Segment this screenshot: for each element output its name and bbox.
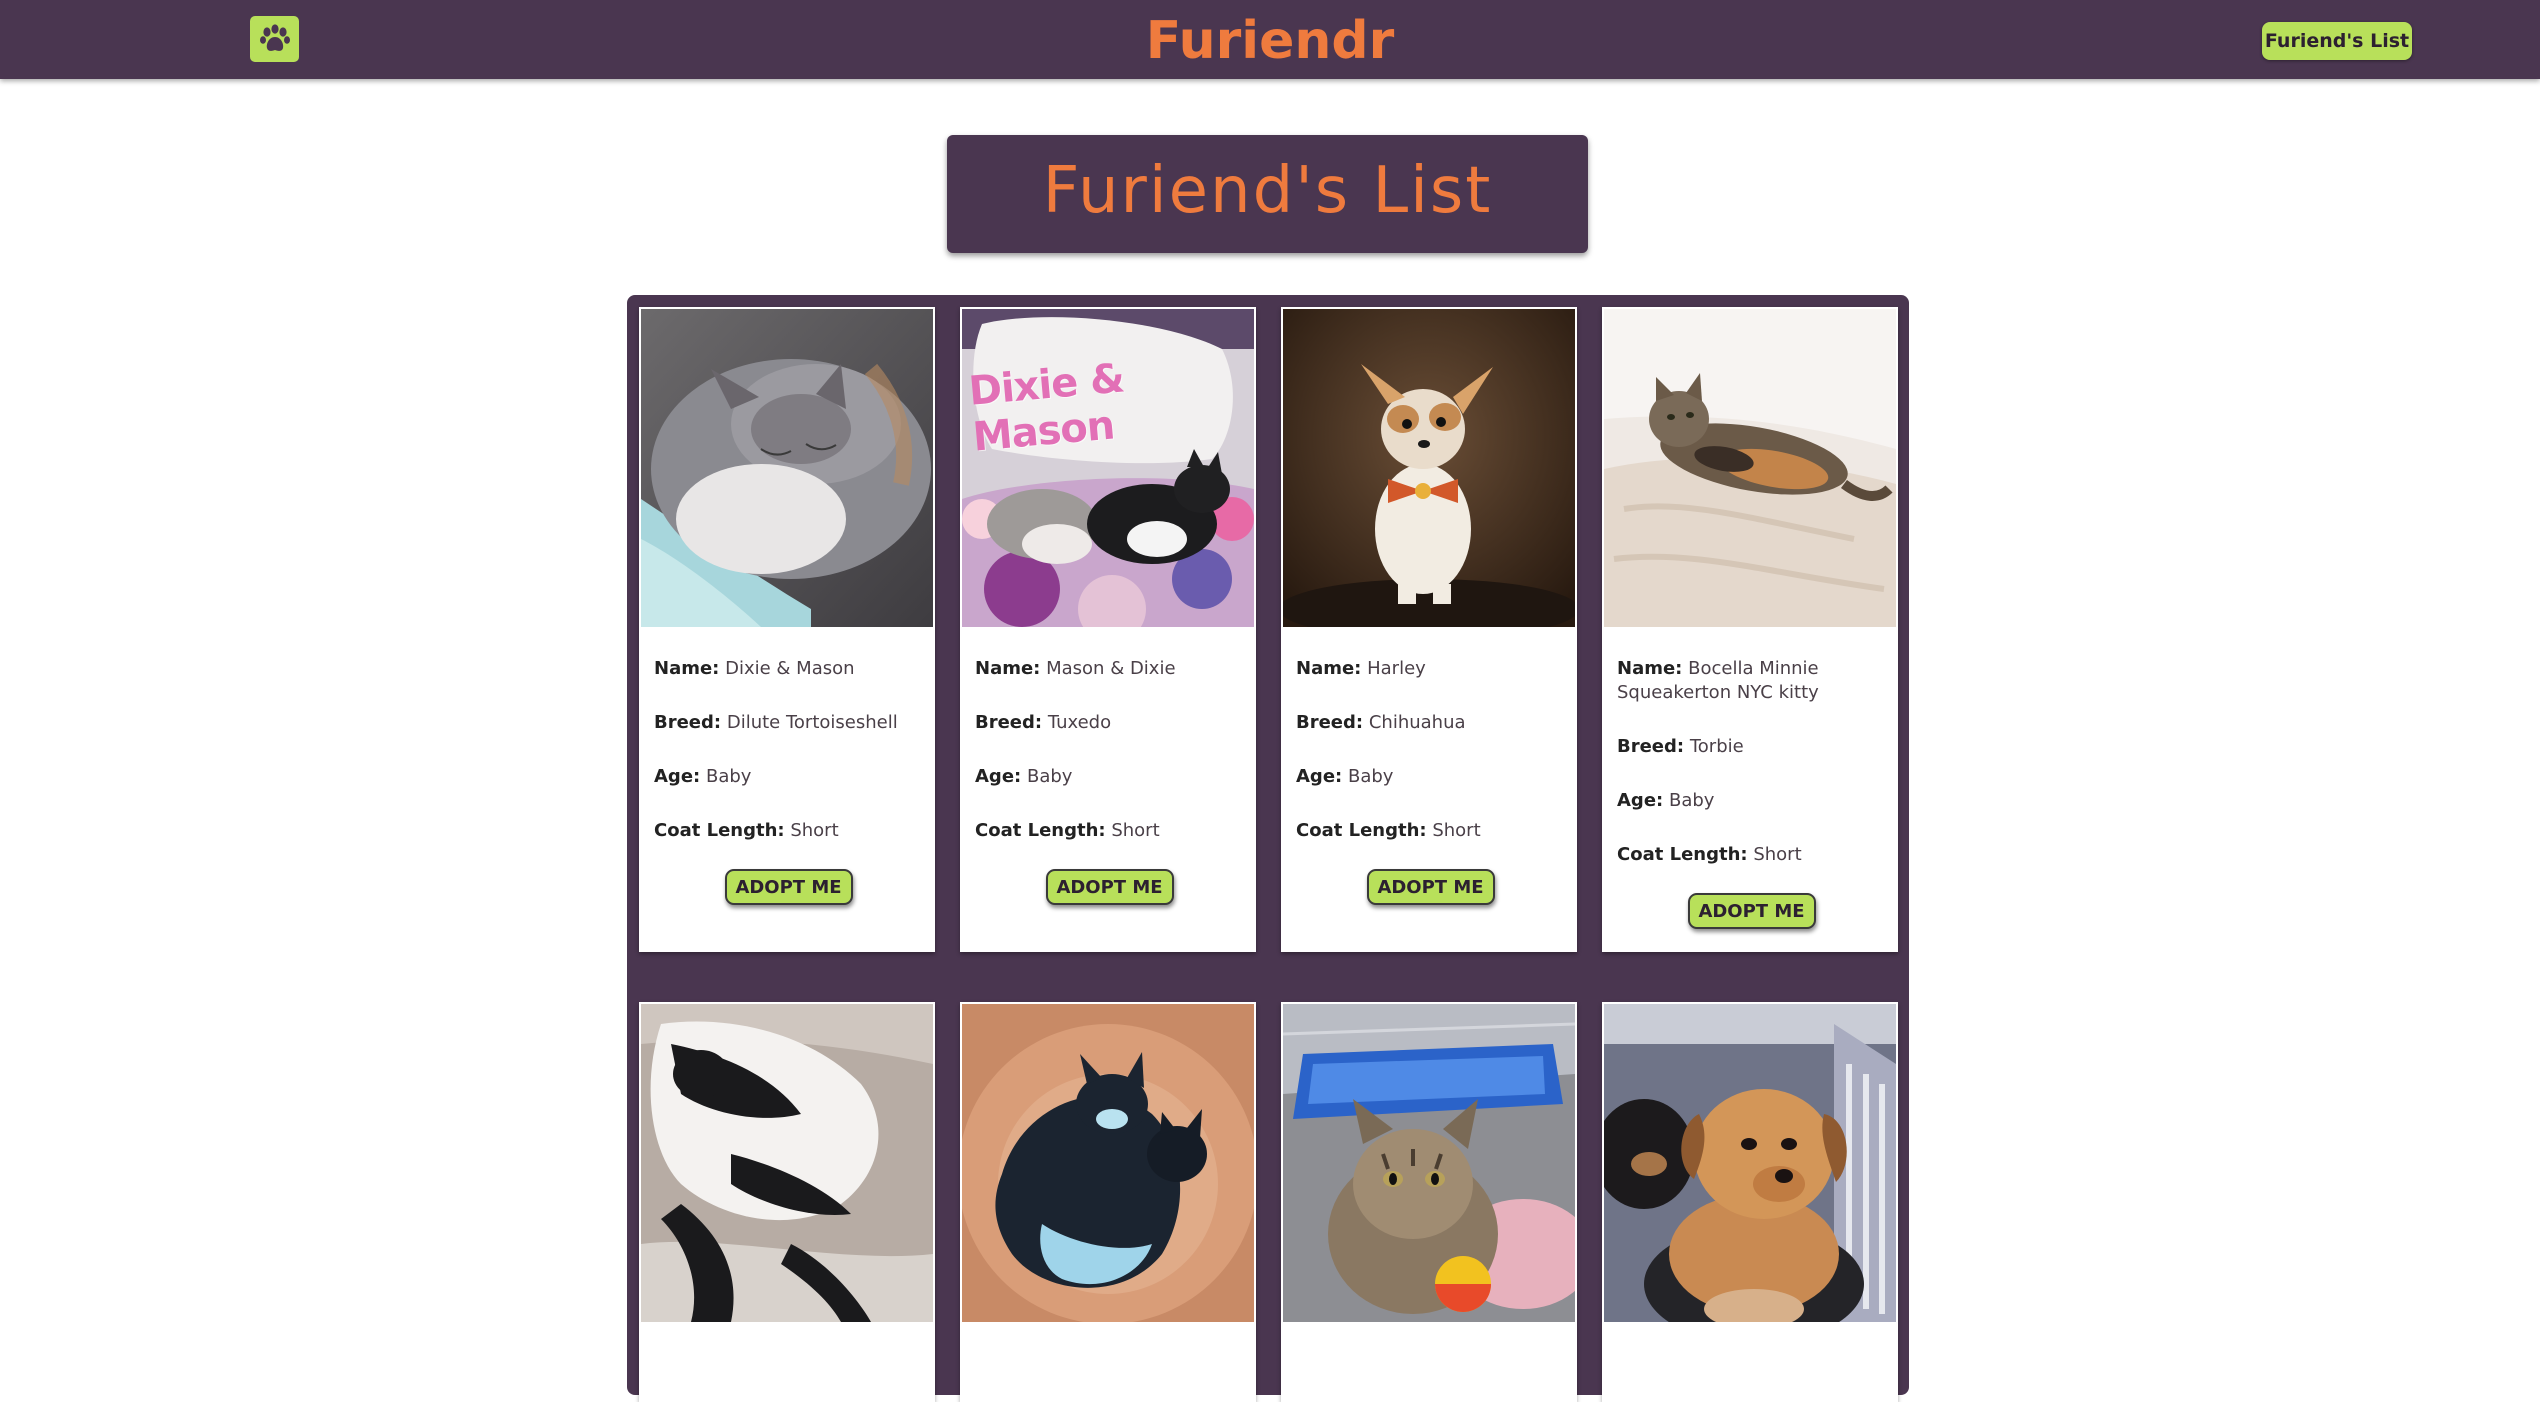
pet-photo[interactable] [641, 1004, 933, 1322]
pet-age-row: Age: Baby [1296, 766, 1394, 787]
pet-age: Baby [1668, 790, 1715, 811]
pet-breed: Dilute Tortoiseshell [726, 712, 898, 733]
pet-info: Name: Dixie & Mason Breed: Dilute Tortoi… [654, 657, 923, 905]
pet-breed-row: Breed: Tuxedo [975, 712, 1112, 733]
pet-card [960, 1002, 1256, 1402]
pet-age-row: Age: Baby [654, 766, 752, 787]
pet-card: Name: Harley Breed: Chihuahua Age: Baby … [1281, 307, 1577, 952]
pet-breed-row: Breed: Chihuahua [1296, 712, 1466, 733]
pet-coat-row: Coat Length: Short [654, 820, 839, 841]
pet-age-row: Age: Baby [975, 766, 1073, 787]
pet-age: Baby [1347, 766, 1394, 787]
page-title: Furiend's List [1042, 154, 1493, 228]
tuxedo-cat-on-blanket-photo [641, 1004, 933, 1322]
pet-coat: Short [790, 820, 839, 841]
pet-coat-row: Coat Length: Short [1296, 820, 1481, 841]
page-heading-box: Furiend's List [947, 135, 1588, 253]
pet-photo[interactable] [1283, 309, 1575, 627]
pet-breed-row: Breed: Torbie [1617, 736, 1744, 757]
pet-name-row: Name: Bocella Minnie Squeakerton NYC kit… [1617, 658, 1819, 703]
pet-card [1281, 1002, 1577, 1402]
pet-name: Dixie & Mason [725, 658, 855, 679]
chihuahua-bowtie-photo [1283, 309, 1575, 627]
pet-coat-row: Coat Length: Short [975, 820, 1160, 841]
pet-photo[interactable]: Dixie & Mason [962, 309, 1254, 627]
pet-coat: Short [1432, 820, 1481, 841]
adopt-me-button[interactable]: ADOPT ME [724, 869, 853, 905]
pet-breed: Torbie [1689, 736, 1744, 757]
pet-photo[interactable] [1283, 1004, 1575, 1322]
pet-name-row: Name: Dixie & Mason [654, 658, 855, 679]
tabby-kitten-with-ball-photo [1283, 1004, 1575, 1322]
brand-title: Furiendr [1145, 11, 1395, 71]
paw-icon [259, 24, 290, 51]
pet-card: Name: Dixie & Mason Breed: Dilute Tortoi… [639, 307, 935, 952]
adopt-me-button[interactable]: ADOPT ME [1687, 893, 1816, 929]
pet-card [639, 1002, 935, 1402]
pet-info: Name: Mason & Dixie Breed: Tuxedo Age: B… [975, 657, 1244, 905]
pet-card [1602, 1002, 1898, 1402]
pet-coat-row: Coat Length: Short [1617, 844, 1802, 865]
pet-breed: Chihuahua [1368, 712, 1466, 733]
pet-card: Dixie & Mason Name: Mason & Dixie Breed:… [960, 307, 1256, 952]
pet-card: Name: Bocella Minnie Squeakerton NYC kit… [1602, 307, 1898, 952]
pet-photo[interactable] [962, 1004, 1254, 1322]
puppy-in-crate-photo [1604, 1004, 1896, 1322]
pet-photo[interactable] [1604, 309, 1896, 627]
torbie-cat-on-bed-photo [1604, 309, 1896, 627]
furiends-list-nav-button[interactable]: Furiend's List [2262, 22, 2412, 60]
home-logo-button[interactable] [250, 16, 299, 62]
pet-name: Harley [1367, 658, 1426, 679]
adopt-me-button[interactable]: ADOPT ME [1045, 869, 1174, 905]
pet-breed-row: Breed: Dilute Tortoiseshell [654, 712, 898, 733]
pet-age-row: Age: Baby [1617, 790, 1715, 811]
pet-coat: Short [1753, 844, 1802, 865]
pet-photo[interactable] [641, 309, 933, 627]
pet-breed: Tuxedo [1047, 712, 1112, 733]
pet-age: Baby [705, 766, 752, 787]
pet-info: Name: Harley Breed: Chihuahua Age: Baby … [1296, 657, 1565, 905]
adopt-me-button[interactable]: ADOPT ME [1366, 869, 1495, 905]
pet-list-panel: Name: Dixie & Mason Breed: Dilute Tortoi… [627, 295, 1909, 1402]
pet-name: Mason & Dixie [1046, 658, 1176, 679]
pet-name-row: Name: Mason & Dixie [975, 658, 1176, 679]
pet-photo[interactable] [1604, 1004, 1896, 1322]
top-navbar: Furiendr Furiend's List [0, 0, 2540, 79]
pet-info: Name: Bocella Minnie Squeakerton NYC kit… [1617, 657, 1886, 929]
pet-age: Baby [1026, 766, 1073, 787]
pet-name-row: Name: Harley [1296, 658, 1426, 679]
two-tuxedo-cats-photo [962, 1004, 1254, 1322]
gray-cat-sleeping-photo [641, 309, 933, 627]
pet-coat: Short [1111, 820, 1160, 841]
